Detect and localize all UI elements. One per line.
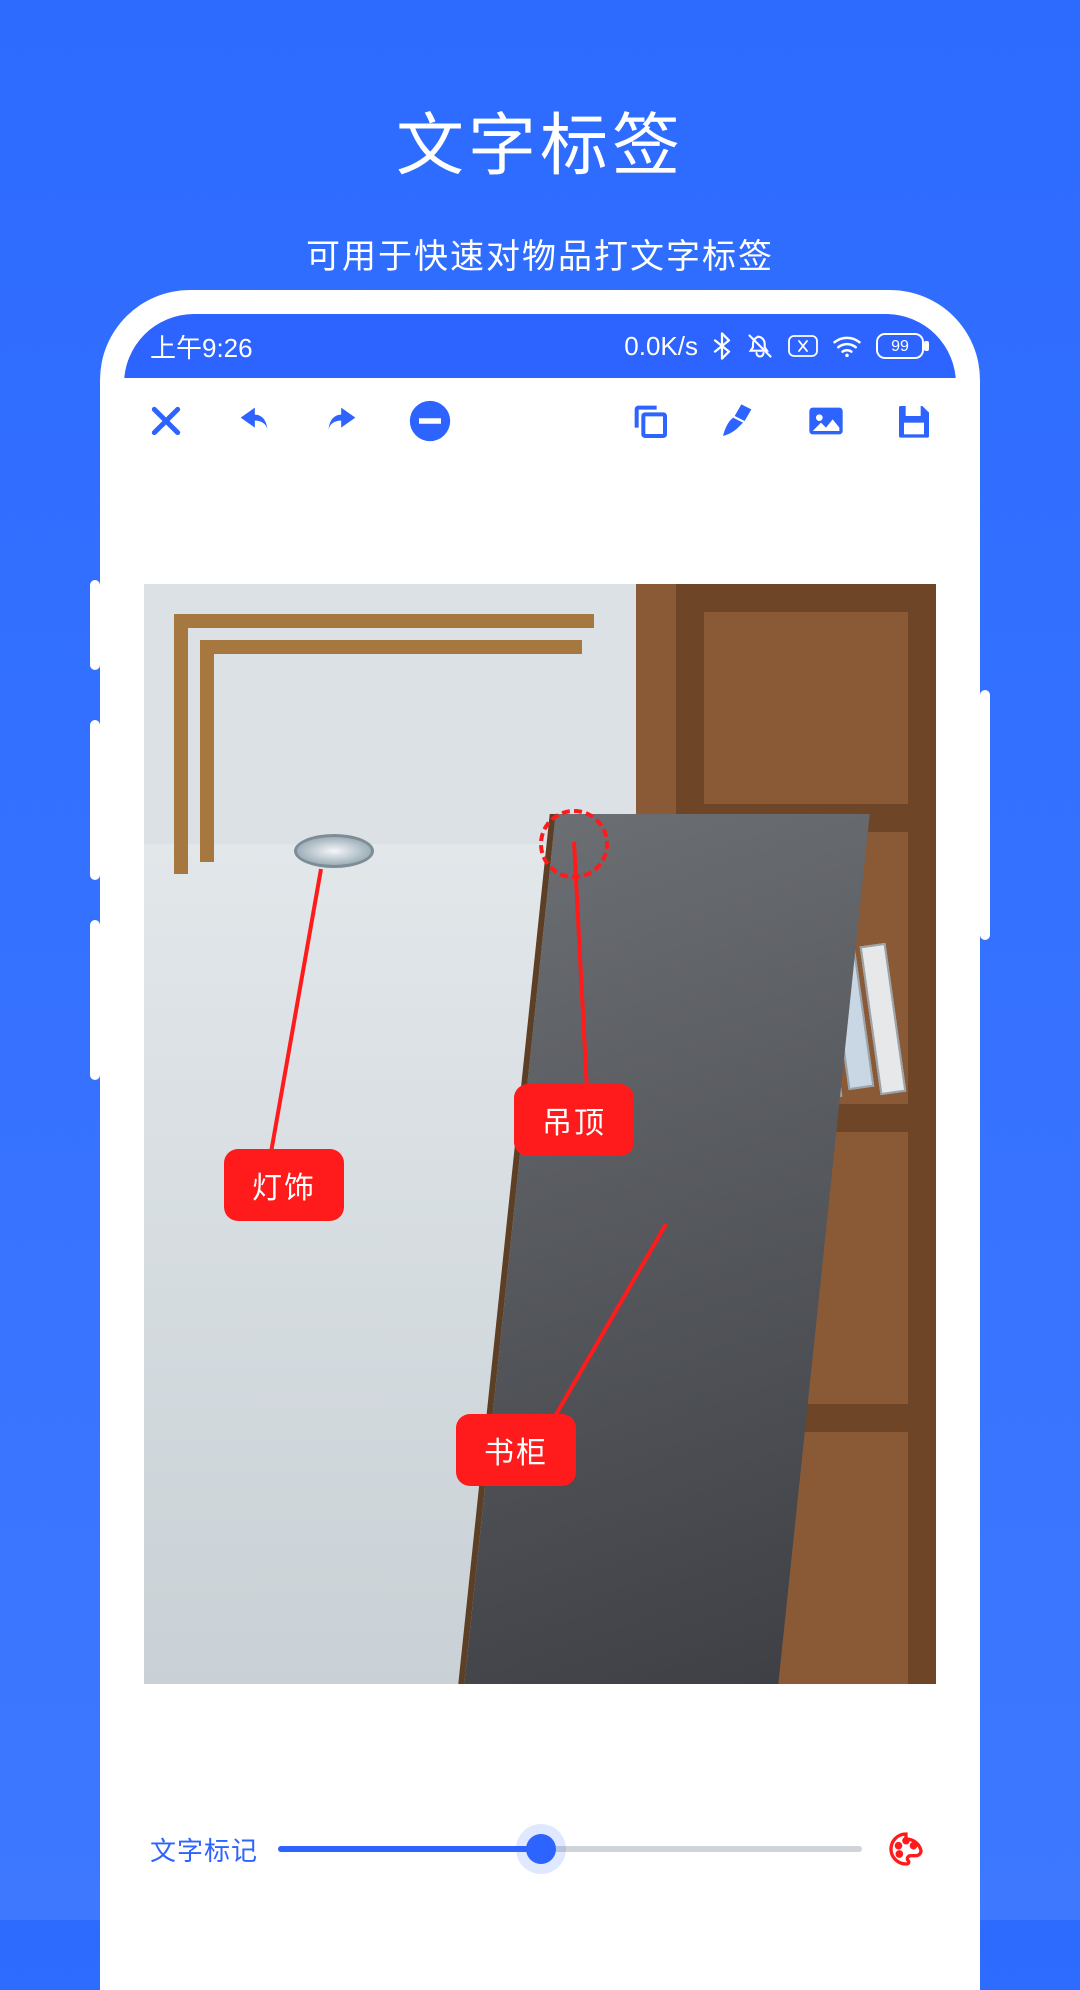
mute-icon [746, 332, 774, 360]
annotation-tag-lamp[interactable]: 灯饰 [224, 1149, 344, 1221]
close-button[interactable] [142, 397, 190, 445]
save-button[interactable] [890, 397, 938, 445]
zoom-out-button[interactable] [406, 397, 454, 445]
canvas-area: 灯饰 吊顶 书柜 [124, 584, 956, 1684]
svg-text:99: 99 [891, 338, 909, 355]
status-bar: 上午9:26 0.0K/s 99 [124, 314, 956, 378]
image-button[interactable] [802, 397, 850, 445]
size-slider[interactable] [278, 1829, 862, 1869]
phone-side-button [90, 720, 100, 880]
undo-button[interactable] [230, 397, 278, 445]
annotation-tag-ceiling[interactable]: 吊顶 [514, 1084, 634, 1156]
annotation-tag-shelf[interactable]: 书柜 [456, 1414, 576, 1486]
promo-title: 文字标签 [0, 0, 1080, 189]
close-box-icon [788, 335, 818, 357]
promo-subtitle: 可用于快速对物品打文字标签 [0, 229, 1080, 278]
battery-icon: 99 [876, 333, 930, 359]
phone-side-button [90, 920, 100, 1080]
status-time: 上午9:26 [150, 328, 253, 365]
redo-button[interactable] [318, 397, 366, 445]
phone-side-button [90, 580, 100, 670]
photo-canvas[interactable]: 灯饰 吊顶 书柜 [144, 584, 936, 1684]
photo-lamp [294, 834, 374, 868]
photo-ceiling-trim [174, 614, 594, 874]
copy-button[interactable] [626, 397, 674, 445]
phone-side-button [980, 690, 990, 940]
footer-bar: 文字标记 [144, 1814, 936, 1884]
editor-toolbar [124, 378, 956, 464]
phone-frame: 上午9:26 0.0K/s 99 [100, 290, 980, 1990]
phone-screen: 上午9:26 0.0K/s 99 [124, 314, 956, 1966]
status-netspeed: 0.0K/s [624, 331, 698, 362]
clean-button[interactable] [714, 397, 762, 445]
bluetooth-icon [712, 332, 732, 360]
wifi-icon [832, 334, 862, 358]
mode-label[interactable]: 文字标记 [150, 1831, 258, 1868]
palette-button[interactable] [882, 1825, 930, 1873]
